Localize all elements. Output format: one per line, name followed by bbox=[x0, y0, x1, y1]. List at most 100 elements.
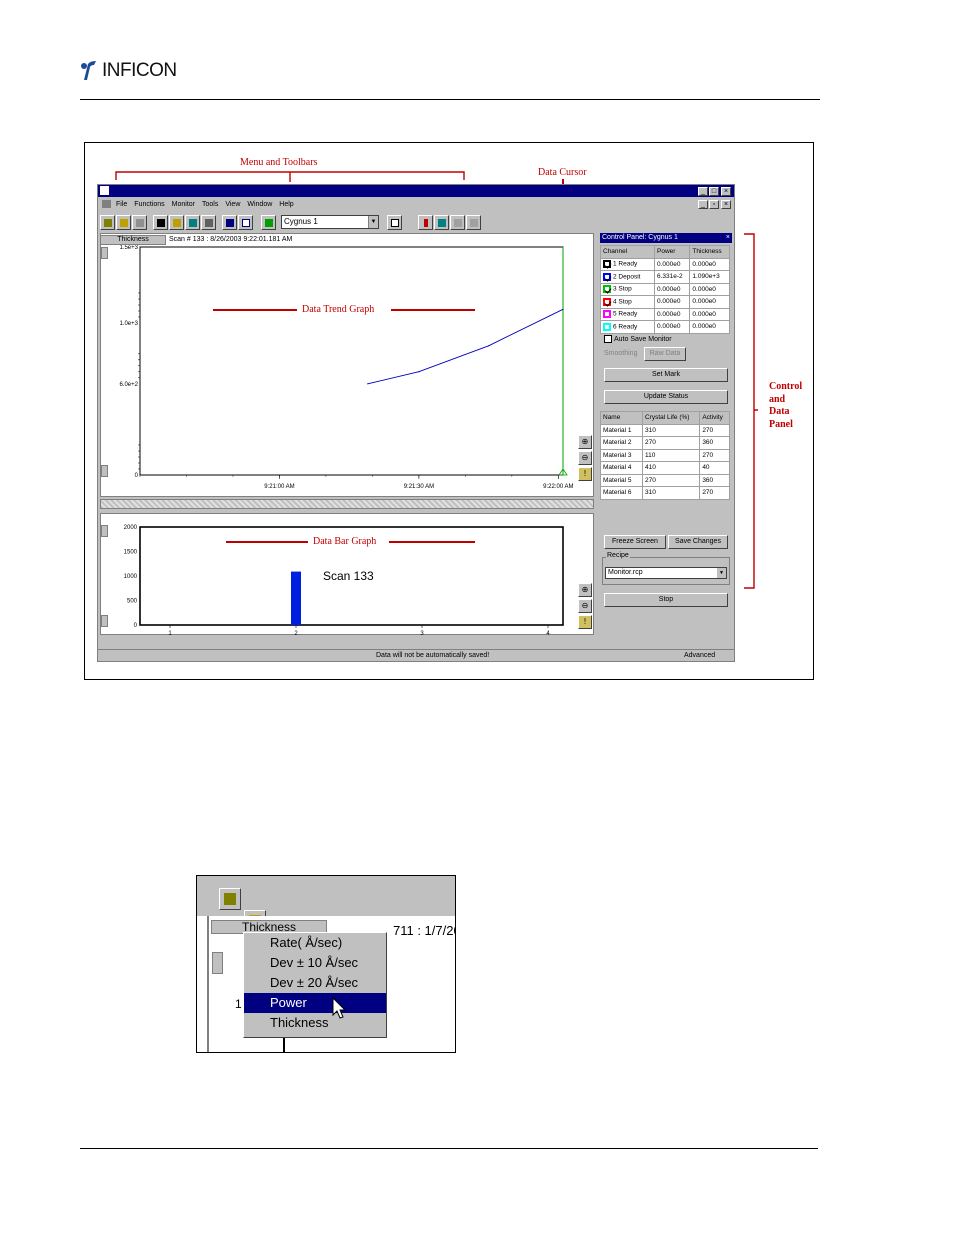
col-activity: Activity bbox=[699, 411, 730, 425]
about-icon[interactable] bbox=[222, 214, 237, 230]
channel-thickness: 0.000e0 bbox=[689, 307, 730, 321]
auto-save-check-icon[interactable] bbox=[604, 335, 612, 343]
material-life: 110 bbox=[641, 448, 701, 462]
connect-icon[interactable] bbox=[169, 214, 184, 230]
channel-name-cell: 4 Stop bbox=[600, 295, 655, 309]
autoscale-icon[interactable]: ! bbox=[578, 467, 592, 481]
recipe-select[interactable]: Monitor.rcp ▼ bbox=[605, 567, 727, 579]
bar-y-tick-label: 0 bbox=[134, 623, 138, 629]
y-scroll-down[interactable] bbox=[101, 465, 108, 477]
material-row[interactable]: Material 1 310 270 bbox=[600, 423, 730, 437]
close-button[interactable]: × bbox=[721, 187, 731, 196]
help-icon[interactable] bbox=[238, 214, 253, 230]
channel-label: 3 Stop bbox=[613, 285, 632, 293]
material-table: Name Crystal Life (%) Activity Material … bbox=[600, 411, 730, 500]
channel-row[interactable]: 1 Ready 0.000e0 0.000e0 bbox=[600, 257, 730, 271]
menu-item-dev-20[interactable]: Dev ± 20 Å/sec bbox=[244, 973, 386, 993]
channel-checkbox[interactable] bbox=[603, 310, 611, 319]
menu-functions[interactable]: Functions bbox=[134, 201, 164, 208]
inficon-logo: INFICON bbox=[80, 58, 177, 84]
menu-item-rate[interactable]: Rate( Å/sec) bbox=[244, 933, 386, 953]
title-bar bbox=[98, 185, 734, 197]
bar-scroll-up[interactable] bbox=[101, 525, 108, 537]
y-scroll-up[interactable] bbox=[101, 247, 108, 259]
channel-row[interactable]: 2 Deposit 6.331e-2 1.090e+3 bbox=[600, 270, 730, 284]
set-mark-button[interactable]: Set Mark bbox=[604, 368, 728, 382]
zoom-out-icon[interactable]: ⊖ bbox=[578, 451, 592, 465]
channel-power: 0.000e0 bbox=[653, 257, 691, 271]
bar-scroll-down[interactable] bbox=[101, 615, 108, 627]
stop-button[interactable]: Stop bbox=[604, 593, 728, 607]
network-icon[interactable] bbox=[185, 214, 200, 230]
open-icon[interactable] bbox=[116, 214, 131, 230]
bar-zoom-in-icon[interactable]: ⊕ bbox=[578, 583, 592, 597]
step-icon[interactable] bbox=[466, 214, 481, 230]
menu-bar: File Functions Monitor Tools View Window… bbox=[98, 198, 734, 210]
raw-data-button[interactable]: Raw Data bbox=[644, 347, 686, 361]
channel-checkbox[interactable] bbox=[603, 322, 611, 331]
monitor-icon[interactable] bbox=[261, 214, 276, 230]
bar-autoscale-icon[interactable]: ! bbox=[578, 615, 592, 629]
update-status-button[interactable]: Update Status bbox=[604, 390, 728, 404]
col-name: Name bbox=[600, 411, 643, 425]
trend-x-tick-label: 9:22:00 AM bbox=[543, 484, 573, 490]
chevron-down-icon[interactable]: ▼ bbox=[368, 216, 378, 228]
popup-new-icon[interactable] bbox=[219, 888, 241, 910]
material-row[interactable]: Material 5 270 360 bbox=[600, 473, 730, 487]
material-activity: 360 bbox=[699, 436, 730, 450]
col-channel: Channel bbox=[600, 245, 655, 259]
menu-help[interactable]: Help bbox=[279, 201, 293, 208]
properties-icon[interactable] bbox=[387, 214, 402, 230]
menu-item-dev-10[interactable]: Dev ± 10 Å/sec bbox=[244, 953, 386, 973]
menu-monitor[interactable]: Monitor bbox=[172, 201, 195, 208]
channel-row[interactable]: 4 Stop 0.000e0 0.000e0 bbox=[600, 295, 730, 309]
control-panel-title-text: Control Panel: Cygnus 1 bbox=[602, 234, 678, 241]
bar-zoom-out-icon[interactable]: ⊖ bbox=[578, 599, 592, 613]
channel-checkbox[interactable] bbox=[603, 260, 611, 269]
display-icon[interactable] bbox=[434, 214, 449, 230]
menu-item-power[interactable]: Power bbox=[244, 993, 386, 1013]
print-icon[interactable] bbox=[201, 214, 216, 230]
menu-file[interactable]: File bbox=[116, 201, 127, 208]
auto-save-checkbox[interactable]: Auto Save Monitor bbox=[604, 335, 672, 343]
channel-row[interactable]: 6 Ready 0.000e0 0.000e0 bbox=[600, 320, 730, 334]
channel-checkbox[interactable] bbox=[603, 272, 611, 281]
popup-scroll-buttons[interactable] bbox=[212, 952, 223, 974]
material-row[interactable]: Material 6 310 270 bbox=[600, 486, 730, 500]
minimize-button[interactable]: _ bbox=[698, 187, 708, 196]
callout-trend-line-right bbox=[391, 309, 475, 311]
edit-icon[interactable] bbox=[132, 214, 147, 230]
menu-item-thickness[interactable]: Thickness bbox=[244, 1013, 386, 1033]
material-row[interactable]: Material 2 270 360 bbox=[600, 436, 730, 450]
freeze-screen-button[interactable]: Freeze Screen bbox=[604, 535, 666, 549]
menu-view[interactable]: View bbox=[225, 201, 240, 208]
material-activity: 270 bbox=[699, 423, 730, 437]
monitor-select[interactable]: Cygnus 1 ▼ bbox=[281, 215, 379, 229]
channel-checkbox[interactable] bbox=[603, 297, 611, 306]
menu-tools[interactable]: Tools bbox=[202, 201, 218, 208]
channel-name-cell: 1 Ready bbox=[600, 257, 655, 271]
zoom-in-icon[interactable]: ⊕ bbox=[578, 435, 592, 449]
material-row[interactable]: Material 4 410 40 bbox=[600, 461, 730, 475]
trend-horizontal-scrollbar[interactable] bbox=[100, 499, 594, 509]
new-icon[interactable] bbox=[100, 214, 115, 230]
menu-window[interactable]: Window bbox=[247, 201, 272, 208]
bar-y-tick-label: 1000 bbox=[124, 574, 138, 580]
trend-tab-thickness[interactable]: Thickness bbox=[100, 235, 166, 245]
channel-power: 0.000e0 bbox=[653, 320, 691, 334]
bar-x-tick-label: 4 bbox=[546, 631, 550, 635]
save-changes-button[interactable]: Save Changes bbox=[668, 535, 728, 549]
traffic-light-icon[interactable] bbox=[418, 214, 433, 230]
channel-row[interactable]: 3 Stop 0.000e0 0.000e0 bbox=[600, 282, 730, 296]
channel-checkbox[interactable] bbox=[603, 285, 611, 294]
maximize-button[interactable]: □ bbox=[709, 187, 719, 196]
channel-row[interactable]: 5 Ready 0.000e0 0.000e0 bbox=[600, 307, 730, 321]
run-icon[interactable] bbox=[450, 214, 465, 230]
control-panel-close-icon[interactable]: × bbox=[726, 233, 730, 243]
material-row[interactable]: Material 3 110 270 bbox=[600, 448, 730, 462]
trend-y-tick-label: 1.0e+3 bbox=[119, 321, 138, 327]
recipe-chevron-down-icon[interactable]: ▼ bbox=[717, 568, 726, 578]
channel-label: 1 Ready bbox=[613, 260, 638, 268]
bar-x-tick-label: 3 bbox=[420, 631, 424, 635]
save-icon[interactable] bbox=[153, 214, 168, 230]
